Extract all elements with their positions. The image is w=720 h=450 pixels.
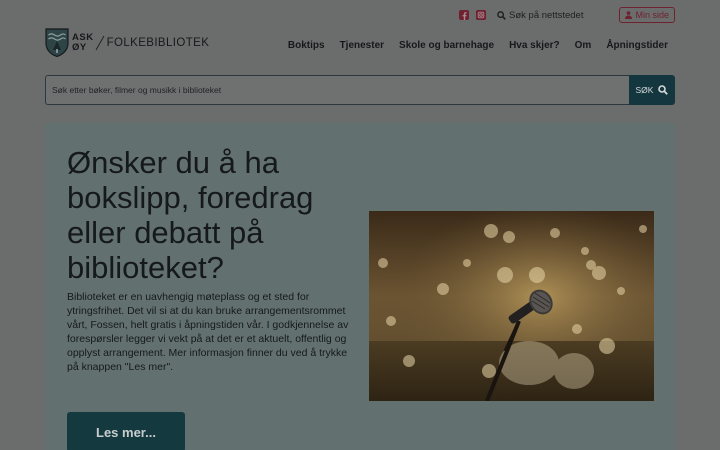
nav-item-apningstider[interactable]: Åpningstider: [606, 40, 668, 51]
nav-item-hva-skjer[interactable]: Hva skjer?: [509, 40, 560, 51]
my-page-button[interactable]: Min side: [619, 7, 675, 23]
logo-library-name: FOLKEBIBLIOTEK: [106, 36, 210, 49]
logo-divider: [95, 35, 104, 50]
nav-item-tjenester[interactable]: Tjenester: [340, 40, 384, 51]
logo-line-1: ASK: [72, 31, 94, 43]
search-icon: [658, 85, 669, 95]
search-button-label: SØK: [635, 85, 654, 95]
top-utility-bar: Søk på nettstedet Min side: [459, 7, 675, 23]
user-icon: [625, 11, 633, 19]
site-search-label: Søk på nettstedet: [509, 9, 584, 21]
instagram-icon[interactable]: [476, 10, 487, 20]
read-more-button[interactable]: Les mer...: [67, 412, 185, 450]
logo-wordmark: ASK ØY: [72, 31, 94, 53]
catalog-search-input[interactable]: Søk etter bøker, filmer og musikk i bibl…: [45, 75, 629, 105]
nav-item-skole-og-barnehage[interactable]: Skole og barnehage: [399, 40, 494, 51]
hero-description: Biblioteket er en uavhengig møteplass og…: [67, 291, 349, 373]
site-search-link[interactable]: Søk på nettstedet: [497, 10, 583, 21]
microphone-stage-image: [369, 211, 654, 401]
hero-banner: Ønsker du å ha bokslipp, foredrag eller …: [45, 123, 675, 450]
hero-title: Ønsker du å ha bokslipp, foredrag eller …: [67, 145, 314, 285]
facebook-icon[interactable]: [459, 10, 470, 20]
catalog-search-button[interactable]: SØK: [629, 75, 675, 105]
main-navigation: Boktips Tjenester Skole og barnehage Hva…: [273, 40, 668, 51]
nav-item-boktips[interactable]: Boktips: [288, 40, 325, 51]
my-page-label: Min side: [635, 10, 669, 20]
logo-line-2: ØY: [72, 41, 87, 53]
search-icon: [497, 10, 506, 20]
catalog-search: Søk etter bøker, filmer og musikk i bibl…: [45, 75, 675, 105]
library-logo[interactable]: ASK ØY FOLKEBIBLIOTEK: [45, 28, 209, 57]
nav-item-om[interactable]: Om: [575, 40, 592, 51]
coat-of-arms-icon: [45, 28, 69, 57]
